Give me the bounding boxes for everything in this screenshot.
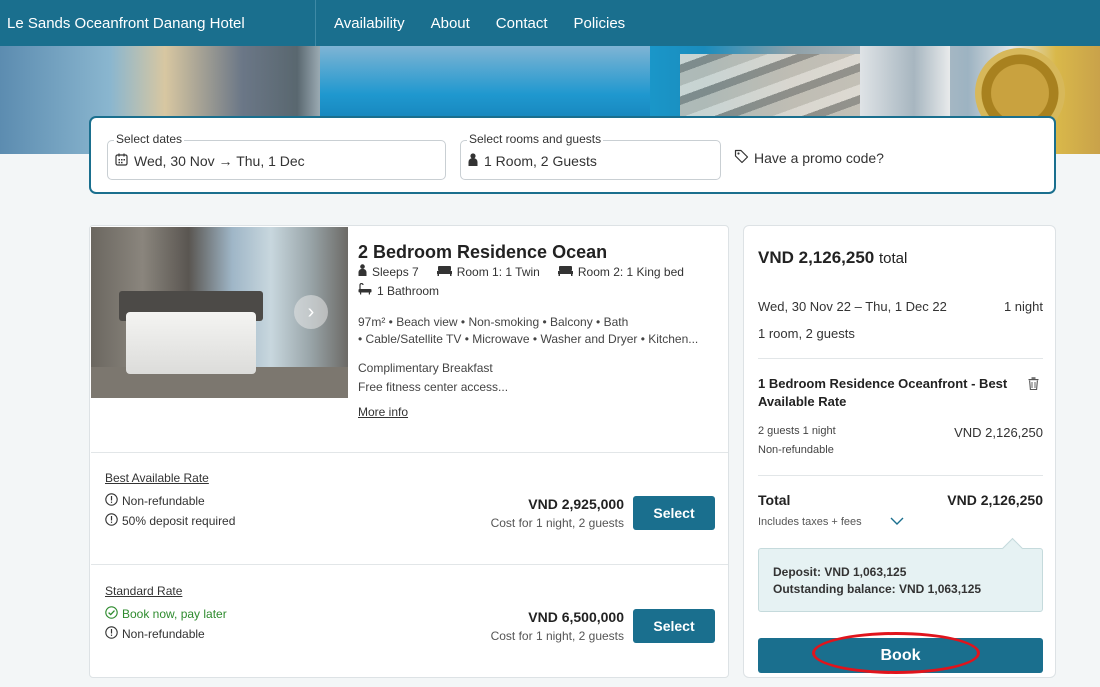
- stay-dates: Wed, 30 Nov 22 – Thu, 1 Dec 22: [758, 299, 947, 314]
- select-button[interactable]: Select: [633, 496, 715, 530]
- chevron-down-icon: [890, 516, 904, 528]
- perk-fitness: Free fitness center access...: [358, 380, 509, 394]
- person-icon: [358, 264, 367, 279]
- deposit-amount: Deposit: VND 1,063,125: [773, 565, 907, 579]
- amenities-line-1: 97m² • Beach view • Non-smoking • Balcon…: [358, 315, 629, 329]
- outstanding-balance: Outstanding balance: VND 1,063,125: [773, 582, 982, 596]
- check-circle-icon: [105, 606, 118, 622]
- perk-breakfast: Complimentary Breakfast: [358, 361, 493, 375]
- nav-availability[interactable]: Availability: [334, 15, 405, 32]
- rate-condition: Book now, pay later: [105, 606, 227, 622]
- calendar-icon: [115, 153, 128, 169]
- select-rooms-guests-field[interactable]: Select rooms and guests 1 Room, 2 Guests: [460, 132, 721, 180]
- guests-nights: 2 guests 1 night: [758, 425, 836, 437]
- summary-total-heading: VND 2,126,250 total: [758, 248, 907, 268]
- divider: [758, 475, 1043, 476]
- nav-policies[interactable]: Policies: [574, 15, 626, 32]
- summary-total-word: total: [878, 250, 908, 267]
- room-title: 2 Bedroom Residence Ocean: [358, 242, 608, 262]
- tag-icon: [734, 149, 749, 167]
- rooms-guests-value: 1 Room, 2 Guests: [484, 153, 597, 169]
- rate-condition: 50% deposit required: [105, 513, 235, 529]
- room-line-item: 2 guests 1 night VND 2,126,250: [758, 425, 1043, 440]
- summary-total-amount: VND 2,126,250: [758, 248, 875, 267]
- alert-circle-icon: [105, 513, 118, 529]
- rate-condition-text: Book now, pay later: [122, 607, 227, 621]
- select-button[interactable]: Select: [633, 609, 715, 643]
- booking-summary-panel: VND 2,126,250 total Wed, 30 Nov 22 – Thu…: [743, 225, 1056, 678]
- stay-nights: 1 night: [1003, 299, 1043, 314]
- booking-search-box: Select dates Wed, 30 Nov → Thu, 1 Dec Se…: [89, 116, 1056, 194]
- taxes-note: Includes taxes + fees: [758, 516, 862, 528]
- room-line-price: VND 2,126,250: [954, 425, 1043, 440]
- rate-condition-text: Non-refundable: [122, 627, 205, 641]
- taxes-toggle[interactable]: Includes taxes + fees: [758, 516, 904, 528]
- select-dates-label: Select dates: [114, 132, 185, 146]
- chevron-right-icon[interactable]: ›: [294, 295, 328, 329]
- rate-price: VND 2,925,000: [528, 496, 624, 512]
- room2-beds: Room 2: 1 King bed: [577, 264, 684, 279]
- divider: [91, 452, 728, 453]
- bed-icon: [557, 265, 573, 279]
- room-photo: ›: [91, 227, 348, 398]
- alert-circle-icon: [105, 493, 118, 509]
- room1-beds: Room 1: 1 Twin: [456, 264, 540, 279]
- promo-code-link[interactable]: Have a promo code?: [734, 149, 884, 167]
- person-icon: [468, 153, 478, 169]
- total-row: Total VND 2,126,250: [758, 492, 1043, 508]
- refund-policy: Non-refundable: [758, 444, 834, 456]
- deposit-info-box: Deposit: VND 1,063,125 Outstanding balan…: [758, 548, 1043, 612]
- rate-option-best-available: Best Available Rate Non-refundable 50% d…: [105, 471, 720, 571]
- rate-condition-text: 50% deposit required: [122, 514, 236, 528]
- rate-option-standard: Standard Rate Book now, pay later Non-re…: [105, 584, 720, 677]
- divider: [91, 564, 728, 565]
- select-rooms-label: Select rooms and guests: [467, 132, 604, 146]
- top-navigation-bar: Le Sands Oceanfront Danang Hotel Availab…: [0, 0, 1100, 46]
- trash-icon[interactable]: [1028, 377, 1039, 393]
- promo-code-text: Have a promo code?: [754, 150, 884, 166]
- hotel-name[interactable]: Le Sands Oceanfront Danang Hotel: [0, 0, 316, 46]
- bathtub-icon: [358, 282, 372, 298]
- total-value: VND 2,126,250: [947, 492, 1043, 508]
- alert-circle-icon: [105, 626, 118, 642]
- rate-price: VND 6,500,000: [528, 609, 624, 625]
- total-label: Total: [758, 492, 791, 508]
- selected-room-name: 1 Bedroom Residence Oceanfront - Best Av…: [758, 376, 1008, 409]
- room-bathroom: 1 Bathroom: [358, 282, 440, 298]
- main-nav: Availability About Contact Policies: [316, 0, 651, 46]
- rate-condition-text: Non-refundable: [122, 494, 205, 508]
- rate-condition: Non-refundable: [105, 493, 205, 509]
- more-info-link[interactable]: More info: [358, 405, 408, 419]
- rate-name-link[interactable]: Standard Rate: [105, 584, 182, 598]
- nav-contact[interactable]: Contact: [496, 15, 548, 32]
- divider: [758, 358, 1043, 359]
- bathroom-count: 1 Bathroom: [377, 283, 440, 298]
- room-guests-summary: 1 room, 2 guests: [758, 326, 855, 341]
- rate-cost-note: Cost for 1 night, 2 guests: [490, 629, 624, 643]
- bed-icon: [436, 265, 452, 279]
- select-dates-field[interactable]: Select dates Wed, 30 Nov → Thu, 1 Dec: [107, 132, 446, 180]
- sleeps-count: Sleeps 7: [372, 264, 419, 279]
- dates-value: Wed, 30 Nov → Thu, 1 Dec: [134, 153, 305, 169]
- rate-name-link[interactable]: Best Available Rate: [105, 471, 209, 485]
- room-bed-details: Sleeps 7 Room 1: 1 Twin Room 2: 1 King b…: [358, 264, 684, 279]
- amenities-line-2: • Cable/Satellite TV • Microwave • Washe…: [358, 332, 699, 346]
- room-card: › 2 Bedroom Residence Ocean Sleeps 7 Roo…: [89, 225, 729, 678]
- rate-condition: Non-refundable: [105, 626, 205, 642]
- stay-dates-row: Wed, 30 Nov 22 – Thu, 1 Dec 22 1 night: [758, 299, 1043, 314]
- book-button[interactable]: Book: [758, 638, 1043, 673]
- rate-cost-note: Cost for 1 night, 2 guests: [490, 516, 624, 530]
- nav-about[interactable]: About: [431, 15, 470, 32]
